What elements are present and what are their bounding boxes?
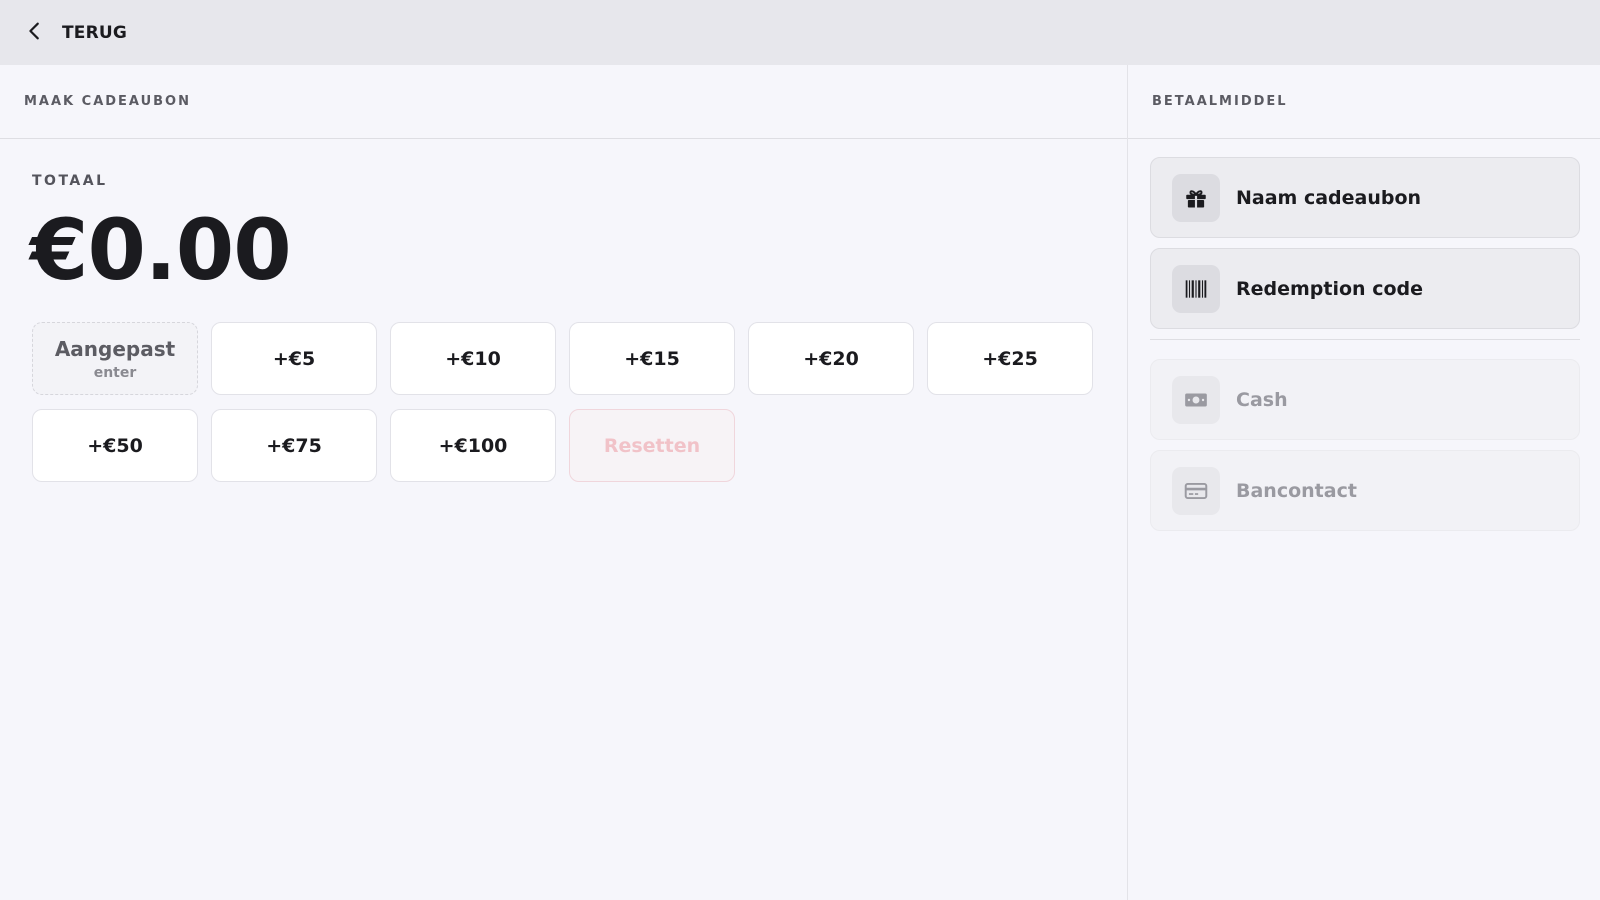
barcode-icon	[1172, 264, 1220, 313]
reset-button[interactable]: Resetten	[569, 409, 735, 482]
payment-method-label: Bancontact	[1236, 479, 1357, 502]
amount-button-15[interactable]: +€15	[569, 322, 735, 395]
payment-method-label: Redemption code	[1236, 277, 1423, 300]
payment-method-list: Naam cadeaubon Redemption code Cash Banc…	[1150, 157, 1580, 541]
payment-bancontact-button[interactable]: Bancontact	[1150, 450, 1580, 531]
amount-button-10[interactable]: +€10	[390, 322, 556, 395]
amount-button-5[interactable]: +€5	[211, 322, 377, 395]
back-button[interactable]: TERUG	[24, 13, 127, 53]
payment-divider	[1150, 339, 1580, 340]
payment-method-label: Cash	[1236, 388, 1288, 411]
payment-redemption-code-button[interactable]: Redemption code	[1150, 248, 1580, 329]
gift-icon	[1172, 173, 1220, 222]
payment-panel-title: BETAALMIDDEL	[1128, 65, 1600, 139]
panel-title: MAAK CADEAUBON	[0, 65, 1127, 139]
total-label: TOTAAL	[32, 173, 108, 189]
gift-card-panel: MAAK CADEAUBON TOTAAL €0.00 Aangepast en…	[0, 65, 1127, 900]
custom-amount-button[interactable]: Aangepast enter	[32, 322, 198, 395]
custom-amount-title: Aangepast	[54, 336, 176, 361]
amount-button-75[interactable]: +€75	[211, 409, 377, 482]
amount-button-50[interactable]: +€50	[32, 409, 198, 482]
amount-button-100[interactable]: +€100	[390, 409, 556, 482]
payment-method-label: Naam cadeaubon	[1236, 186, 1422, 209]
cash-icon	[1172, 375, 1220, 424]
card-icon	[1172, 466, 1220, 515]
top-bar: TERUG	[0, 0, 1600, 65]
amount-button-20[interactable]: +€20	[748, 322, 914, 395]
payment-gift-card-name-button[interactable]: Naam cadeaubon	[1150, 157, 1580, 238]
payment-panel: BETAALMIDDEL Naam cadeaubon Redemption c…	[1127, 65, 1600, 900]
chevron-left-icon	[24, 20, 46, 46]
back-label: TERUG	[62, 22, 128, 43]
amount-button-25[interactable]: +€25	[927, 322, 1093, 395]
amount-grid: Aangepast enter +€5 +€10 +€15 +€20 +€25 …	[32, 322, 1093, 482]
payment-cash-button[interactable]: Cash	[1150, 359, 1580, 440]
total-value: €0.00	[30, 201, 292, 299]
custom-amount-subtitle: enter	[93, 364, 137, 381]
